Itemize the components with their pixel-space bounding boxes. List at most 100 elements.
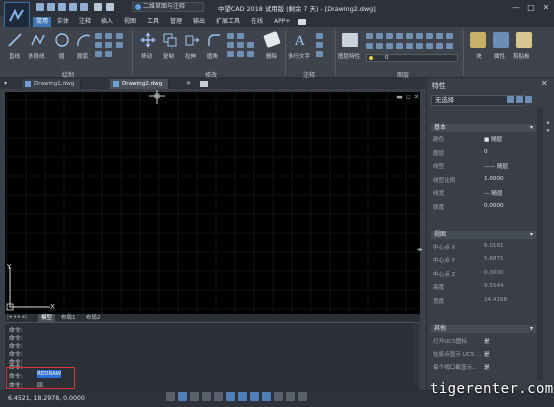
hatch-icon[interactable] (95, 51, 102, 57)
layer-tool-14-icon[interactable] (406, 43, 413, 49)
menu-extend-tools[interactable]: 扩展工具 (213, 17, 243, 27)
layer-tool-5-icon[interactable] (406, 33, 413, 39)
tab-layout2[interactable]: 布局2 (83, 314, 104, 322)
grid-icon[interactable] (178, 392, 187, 401)
dynamic-ucs-icon[interactable] (238, 392, 247, 401)
point-icon[interactable] (105, 51, 112, 57)
menu-output[interactable]: 输出 (190, 17, 208, 27)
prop-value-thickness[interactable]: 0.0000 (484, 203, 504, 209)
tab-layout1[interactable]: 布局1 (58, 314, 79, 322)
drawing-canvas[interactable] (5, 92, 420, 318)
quick-select-icon[interactable] (525, 96, 532, 103)
layer-tool-4-icon[interactable] (396, 33, 403, 39)
layer-tool-17-icon[interactable] (436, 43, 443, 49)
spline-icon[interactable] (105, 42, 112, 48)
ortho-icon[interactable] (190, 392, 199, 401)
dimension-icon[interactable] (316, 33, 323, 39)
snap-icon[interactable] (166, 392, 175, 401)
arc-tool[interactable] (76, 32, 92, 50)
table-icon[interactable] (316, 51, 323, 57)
layer-tool-7-icon[interactable] (426, 33, 433, 39)
ellipse-icon[interactable] (95, 42, 102, 48)
properties-scrollbar[interactable] (537, 108, 543, 380)
menu-home[interactable]: 常用 (33, 17, 52, 27)
polyline-tool[interactable] (30, 32, 46, 50)
layer-tool-10-icon[interactable] (366, 43, 373, 49)
dynamic-input-icon[interactable] (250, 392, 259, 401)
save-as-icon[interactable] (69, 3, 77, 11)
viewport-minimize-icon[interactable]: ▬ (396, 94, 403, 101)
layer-tool-3-icon[interactable] (386, 33, 393, 39)
otrack-icon[interactable] (226, 392, 235, 401)
new-tab-icon[interactable] (200, 81, 208, 87)
section-view-header[interactable]: 视图 ▾ (431, 231, 536, 239)
polygon-icon[interactable] (105, 33, 112, 39)
undo-icon[interactable] (94, 3, 102, 11)
app-logo-icon[interactable] (4, 2, 30, 30)
menu-annotate[interactable]: 注释 (76, 17, 94, 27)
viewport-close-icon[interactable]: ✕ (413, 94, 420, 101)
selection-cycling-icon[interactable] (286, 392, 295, 401)
prop-value-lineweight[interactable]: — 随层 (484, 189, 503, 197)
tab-menu-icon[interactable]: ▾ (4, 80, 7, 87)
command-scrollbar[interactable] (413, 324, 419, 386)
boundary-icon[interactable] (116, 42, 123, 48)
menu-view[interactable]: 视图 (121, 17, 139, 27)
properties-close-icon[interactable]: ✕ (541, 79, 548, 88)
stretch-tool[interactable] (184, 32, 200, 50)
extend-icon[interactable] (237, 42, 244, 48)
circle-tool[interactable] (54, 32, 70, 50)
redo-icon[interactable] (106, 3, 114, 11)
offset-icon[interactable] (247, 42, 254, 48)
layer-tool-6-icon[interactable] (416, 33, 423, 39)
print-icon[interactable] (80, 3, 88, 11)
layer-dropdown[interactable]: 0 (366, 54, 458, 62)
rotate-icon[interactable] (227, 33, 234, 39)
layer-tool-8-icon[interactable] (436, 33, 443, 39)
polar-icon[interactable] (202, 392, 211, 401)
splitter-icon[interactable]: ◂▸ (417, 246, 426, 255)
section-misc-header[interactable]: 其他 ▾ (431, 325, 536, 333)
layer-tool-11-icon[interactable] (376, 43, 383, 49)
prop-value-ltscale[interactable]: 1.0000 (484, 176, 504, 182)
properties-side-tab[interactable]: ▪ ▪ (545, 120, 551, 134)
osnap-icon[interactable] (214, 392, 223, 401)
transparency-icon[interactable] (274, 392, 283, 401)
fillet-tool[interactable] (206, 32, 222, 50)
maximize-button[interactable]: □ (526, 3, 536, 12)
clipboard-icon[interactable] (516, 32, 532, 48)
layer-tool-1-icon[interactable] (366, 33, 373, 39)
layer-tool-12-icon[interactable] (386, 43, 393, 49)
tab-close-icon[interactable]: ✕ (186, 80, 191, 87)
mirror-icon[interactable] (227, 42, 234, 48)
layer-tool-13-icon[interactable] (396, 43, 403, 49)
tab-drawing1[interactable]: Drawing1.dwg (22, 79, 82, 89)
properties-icon[interactable] (493, 32, 509, 48)
layer-tool-16-icon[interactable] (426, 43, 433, 49)
layer-tool-9-icon[interactable] (446, 33, 453, 39)
lineweight-icon[interactable] (262, 392, 271, 401)
copy-tool[interactable] (162, 32, 178, 50)
layer-tool-18-icon[interactable] (446, 43, 453, 49)
menu-tools[interactable]: 工具 (144, 17, 162, 27)
save-icon[interactable] (58, 3, 66, 11)
array-icon[interactable] (237, 51, 244, 57)
new-file-icon[interactable] (36, 3, 44, 11)
menu-insert[interactable]: 插入 (98, 17, 116, 27)
prop-value-color[interactable]: ■ 随层 (484, 135, 502, 143)
mtext-tool[interactable]: A (294, 32, 310, 50)
model-space-icon[interactable] (298, 392, 307, 401)
workspace-dropdown[interactable]: 二维草图与注释 (132, 2, 204, 12)
section-basic-header[interactable]: 基本 ▾ (431, 124, 536, 132)
minimize-button[interactable]: — (511, 3, 521, 12)
leader-icon[interactable] (316, 42, 323, 48)
block-icon[interactable] (470, 32, 486, 48)
move-tool[interactable] (140, 32, 156, 50)
prop-value-ucs-on[interactable]: 是 (484, 337, 490, 345)
explode-icon[interactable] (247, 51, 254, 57)
video-help-icon[interactable] (298, 19, 306, 25)
prop-value-ucs-origin[interactable]: 是 (484, 350, 490, 358)
layer-properties-icon[interactable] (342, 33, 358, 47)
open-file-icon[interactable] (47, 3, 55, 11)
menu-app-plus[interactable]: APP+ (271, 17, 293, 27)
